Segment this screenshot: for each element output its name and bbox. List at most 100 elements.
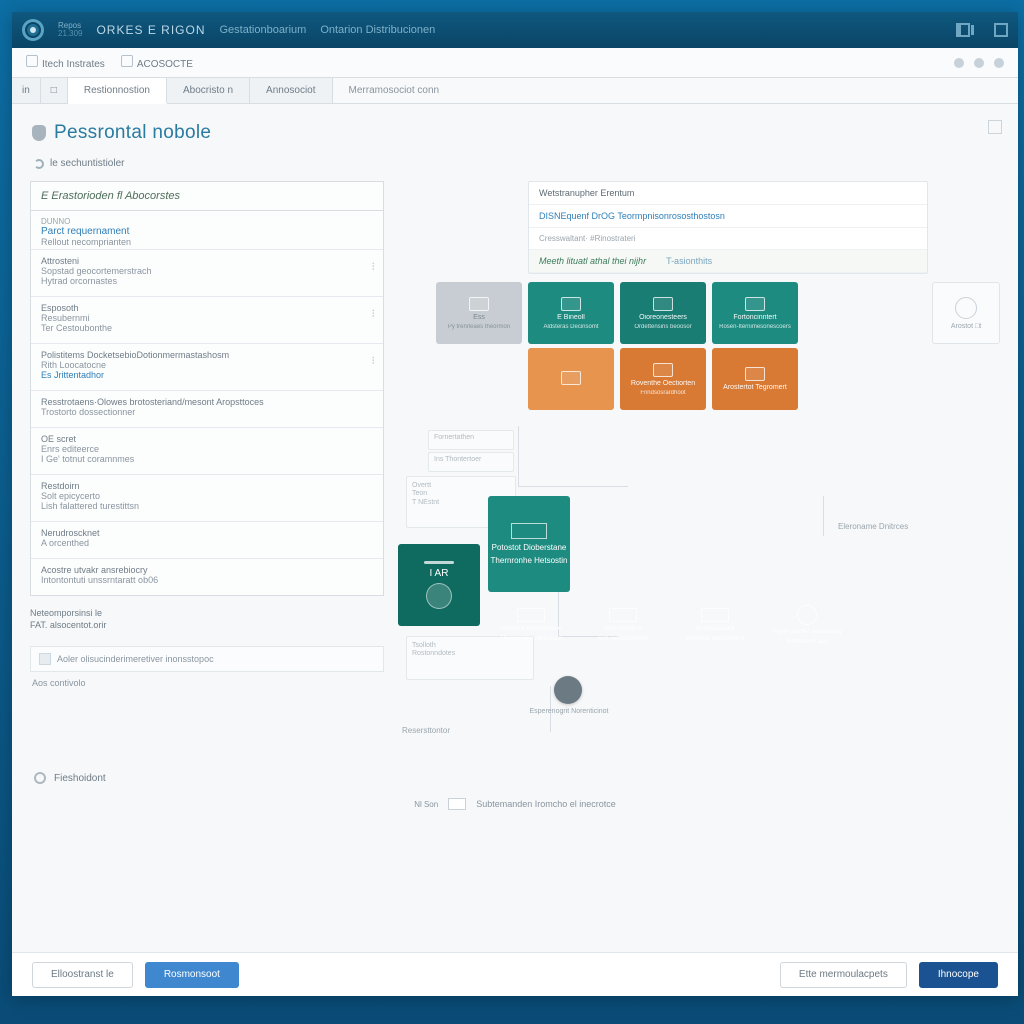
content-area: Pessrontal nobole le sechuntistioler E E… xyxy=(12,104,1018,952)
footer-bar: Elloostranst le Rosmonsoot Ette mermoula… xyxy=(12,952,1018,996)
subheader: Itech Instrates ACOSOCTE xyxy=(12,48,1018,78)
tile-row-top: Ess Py trenrleaes theormon E Bineoll Ald… xyxy=(436,282,1000,344)
titlebar: Repos 21.309 ORKES E RIGON Gestationboar… xyxy=(12,12,1018,48)
legend-text: Subtemanden Iromcho el inecrotce xyxy=(476,799,616,809)
tile[interactable]: Oioreonesteers Ordettensins beoosor xyxy=(620,282,706,344)
ghost-label: Fornertathen xyxy=(428,430,514,450)
tab-ghost[interactable]: Merramosociot conn xyxy=(333,78,456,103)
menu-item-2[interactable]: Ontarion Distribucionen xyxy=(320,24,435,36)
settings-icon[interactable] xyxy=(994,58,1004,68)
note-text: Aoler olisucinderimeretiver inonsstopoc xyxy=(57,654,214,664)
ghost-label: Ins Thontertoer xyxy=(428,452,514,472)
refresh-icon[interactable] xyxy=(34,159,44,169)
tile-icon xyxy=(561,297,581,311)
globe-icon xyxy=(797,605,817,625)
page-subtitle-row: le sechuntistioler xyxy=(34,158,1000,169)
detail-block: Restdoirn Solt epicycerto Lish falattere… xyxy=(31,474,383,521)
tab-mini-1[interactable]: in xyxy=(12,78,41,103)
footer-secondary-2[interactable]: Ette mermoulacpets xyxy=(780,962,907,988)
tab-main-2[interactable]: Abocristo n xyxy=(167,78,250,103)
side-info-card[interactable]: Arostot □t xyxy=(932,282,1000,344)
app-logo xyxy=(22,19,44,41)
legend-small: Nl Son xyxy=(414,800,438,809)
page-title-row: Pessrontal nobole xyxy=(32,122,1000,144)
more-icon[interactable]: ⁝ xyxy=(372,260,376,273)
group-label: DUNNO xyxy=(41,217,373,226)
notifications-icon[interactable] xyxy=(974,58,984,68)
tabstrip: in □ Restionnostion Abocristo n Annosoci… xyxy=(12,78,1018,104)
node-circle[interactable] xyxy=(554,676,582,704)
expand-icon[interactable] xyxy=(988,120,1002,134)
tile[interactable]: oxyret peoter arsoraceryRetmeon Lieu xyxy=(764,596,850,654)
building-icon xyxy=(517,608,545,622)
logo-meta: Repos 21.309 xyxy=(58,22,82,39)
tab-main-3[interactable]: Annosociot xyxy=(250,78,332,103)
footer-accent[interactable]: Rosmonsoot xyxy=(145,962,239,988)
tile-icon xyxy=(561,371,581,385)
extra-meta: Neteomporsinsi le FAT. alsocentot.orir xyxy=(30,608,384,630)
tile[interactable]: Roventhe Oectiorten Frindsosrardhoot xyxy=(620,348,706,410)
detail-block: Resstrotaens·Olowes brotosteriand/mesont… xyxy=(31,390,383,427)
note-icon xyxy=(39,653,51,665)
detail-block: OE scret Enrs editeerce I Ge' totnut cor… xyxy=(31,427,383,474)
detail-block: ⁝ Esposoth Resubernmi Ter Cestoubonthe xyxy=(31,296,383,343)
person-tile[interactable]: I AR xyxy=(398,544,480,626)
building-icon xyxy=(511,523,547,539)
app-name: ORKES E RIGON xyxy=(96,23,205,37)
tile[interactable] xyxy=(528,348,614,410)
summary-link[interactable]: DISNEquenf DrOG Teormpnisonrososthostosn xyxy=(529,205,927,228)
summary-title: Wetstranupher Erentum xyxy=(529,182,927,205)
group-desc: Rellout necomprianten xyxy=(41,237,373,247)
tile-icon xyxy=(653,297,673,311)
tile[interactable]: Potostot DioberstaneThernronhe Hetsostin xyxy=(488,596,574,654)
tile[interactable]: E Bineoll Aldsteras Decinsomt xyxy=(528,282,614,344)
doc-icon xyxy=(26,55,38,67)
summary-final: Meeth lituatl athal thei nijhr T-asionth… xyxy=(529,250,927,273)
building-icon xyxy=(701,608,729,622)
tab-main-1[interactable]: Restionnostion xyxy=(68,78,167,104)
more-icon[interactable]: ⁝ xyxy=(372,354,376,367)
node-label: Esperenogrit Norenticinot xyxy=(526,708,612,715)
category-tile[interactable]: Potostot Dioberstane Thernronhe Hetsosti… xyxy=(488,496,570,592)
building-icon xyxy=(609,608,637,622)
bell-icon xyxy=(32,125,46,141)
window-maximize-icon[interactable] xyxy=(956,23,970,37)
side-card-icon xyxy=(955,297,977,319)
tile-icon xyxy=(745,297,765,311)
bookmark-icon xyxy=(121,55,133,67)
page-subtitle: le sechuntistioler xyxy=(50,158,124,169)
legend-swatch-icon xyxy=(448,798,466,810)
tile[interactable]: Ditrondesttrinsint ige Astertmor xyxy=(580,596,666,654)
tile[interactable]: Fortoncinntert Rosen-Iternimesonescoers xyxy=(712,282,798,344)
tile-row-top2: Roventhe Oectiorten Frindsosrardhoot Aro… xyxy=(528,348,1000,410)
tile-icon xyxy=(653,363,673,377)
window-control-icon[interactable] xyxy=(994,23,1008,37)
menu-item-1[interactable]: Gestationboarium xyxy=(220,24,307,36)
tile[interactable]: NoronotadootVechrinit oderctorent xyxy=(672,596,758,654)
subheader-item-2[interactable]: ACOSOCTE xyxy=(121,55,193,70)
detail-block: Acostre utvakr ansrebiocry Intontontuti … xyxy=(31,558,383,595)
tab-mini-2[interactable]: □ xyxy=(41,78,68,103)
detail-block: ⁝ Polistitems DocketsebioDotionmermastas… xyxy=(31,343,383,390)
logo-line2: 21.309 xyxy=(58,30,82,38)
footer-secondary-1[interactable]: Elloostranst le xyxy=(32,962,133,988)
distance-label: Eleroname Dnitrces xyxy=(838,522,908,531)
avatar-icon xyxy=(426,583,452,609)
summary-card: Wetstranupher Erentum DISNEquenf DrOG Te… xyxy=(528,181,928,274)
footer-primary[interactable]: Ihnocope xyxy=(919,962,998,988)
app-window: Repos 21.309 ORKES E RIGON Gestationboar… xyxy=(12,12,1018,996)
details-panel: E Erastorioden fl Abocorstes DUNNO Parct… xyxy=(30,181,384,596)
tile[interactable]: Arostertot Tegromert xyxy=(712,348,798,410)
status-dot-icon[interactable] xyxy=(954,58,964,68)
note-footer: Aos contivolo xyxy=(32,678,382,688)
note-box[interactable]: Aoler olisucinderimeretiver inonsstopoc xyxy=(30,646,384,672)
group-link[interactable]: Parct requernament xyxy=(41,226,373,237)
section-toggle[interactable]: Fieshoidont xyxy=(34,772,1000,784)
tile-icon xyxy=(469,297,489,311)
subheader-item-1[interactable]: Itech Instrates xyxy=(26,55,105,70)
more-icon[interactable]: ⁝ xyxy=(372,307,376,320)
tile-icon xyxy=(745,367,765,381)
radio-icon[interactable] xyxy=(34,772,46,784)
detail-block: ⁝ Attrosteni Sopstad geocortemerstrach H… xyxy=(31,249,383,296)
page-title: Pessrontal nobole xyxy=(54,122,211,144)
